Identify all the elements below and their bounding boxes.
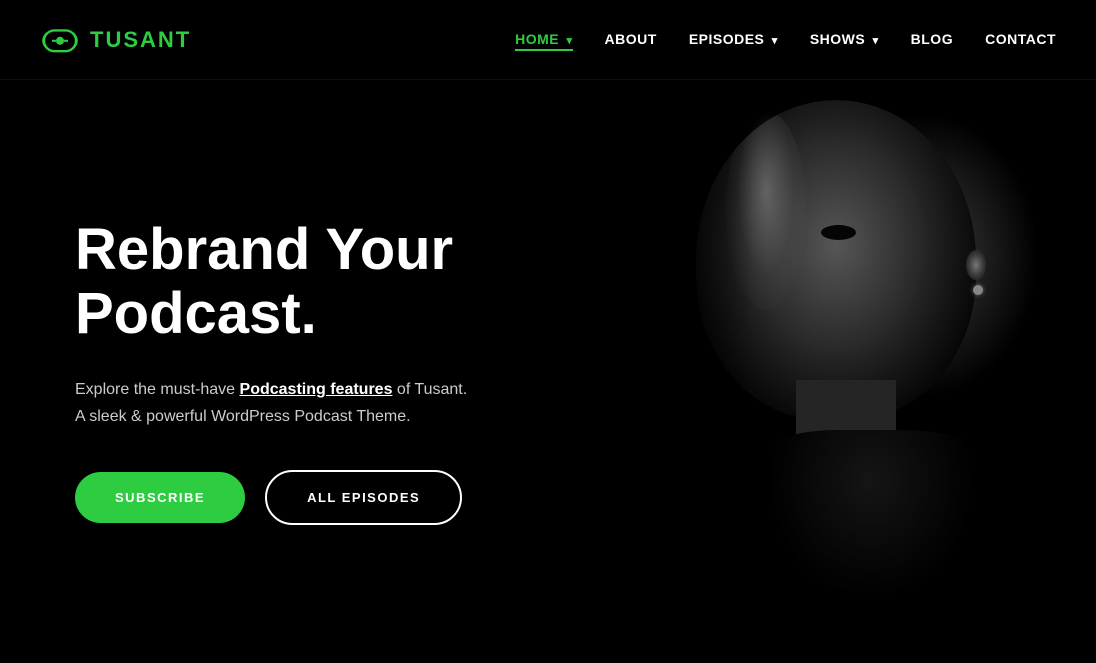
hero-description: Explore the must-have Podcasting feature… [75, 376, 700, 430]
nav-item-episodes[interactable]: EPISODES ▾ [689, 31, 778, 49]
logo-icon [40, 24, 80, 56]
shows-dropdown-arrow: ▾ [873, 35, 879, 47]
nav-item-contact[interactable]: CONTACT [985, 31, 1056, 49]
nav-link-blog[interactable]: BLOG [911, 31, 953, 47]
nav-item-home[interactable]: HOME ▾ [515, 31, 572, 49]
all-episodes-button[interactable]: ALL EPISODES [265, 470, 462, 525]
episodes-dropdown-arrow: ▾ [772, 35, 778, 47]
podcasting-features-link[interactable]: Podcasting features [240, 381, 393, 398]
subscribe-button[interactable]: SUBSCRIBE [75, 472, 245, 523]
home-dropdown-arrow: ▾ [567, 35, 573, 47]
logo[interactable]: TUSANT [40, 24, 191, 56]
nav-link-contact[interactable]: CONTACT [985, 31, 1056, 47]
hero-buttons: SUBSCRIBE ALL EPISODES [75, 470, 700, 525]
nav-link-episodes[interactable]: EPISODES ▾ [689, 31, 778, 47]
nav-link-about[interactable]: ABOUT [605, 31, 657, 47]
hero-content: Rebrand Your Podcast. Explore the must-h… [0, 218, 700, 525]
nav-item-about[interactable]: ABOUT [605, 31, 657, 49]
nav-links: HOME ▾ ABOUT EPISODES ▾ SHOWS ▾ BLOG CON… [515, 31, 1056, 49]
nav-item-blog[interactable]: BLOG [911, 31, 953, 49]
navbar: TUSANT HOME ▾ ABOUT EPISODES ▾ SHOWS ▾ B… [0, 0, 1096, 80]
brand-name: TUSANT [90, 27, 191, 53]
nav-link-shows[interactable]: SHOWS ▾ [810, 31, 879, 47]
hero-section: Rebrand Your Podcast. Explore the must-h… [0, 80, 1096, 663]
nav-link-home[interactable]: HOME ▾ [515, 31, 572, 51]
nav-item-shows[interactable]: SHOWS ▾ [810, 31, 879, 49]
hero-title: Rebrand Your Podcast. [75, 218, 700, 346]
